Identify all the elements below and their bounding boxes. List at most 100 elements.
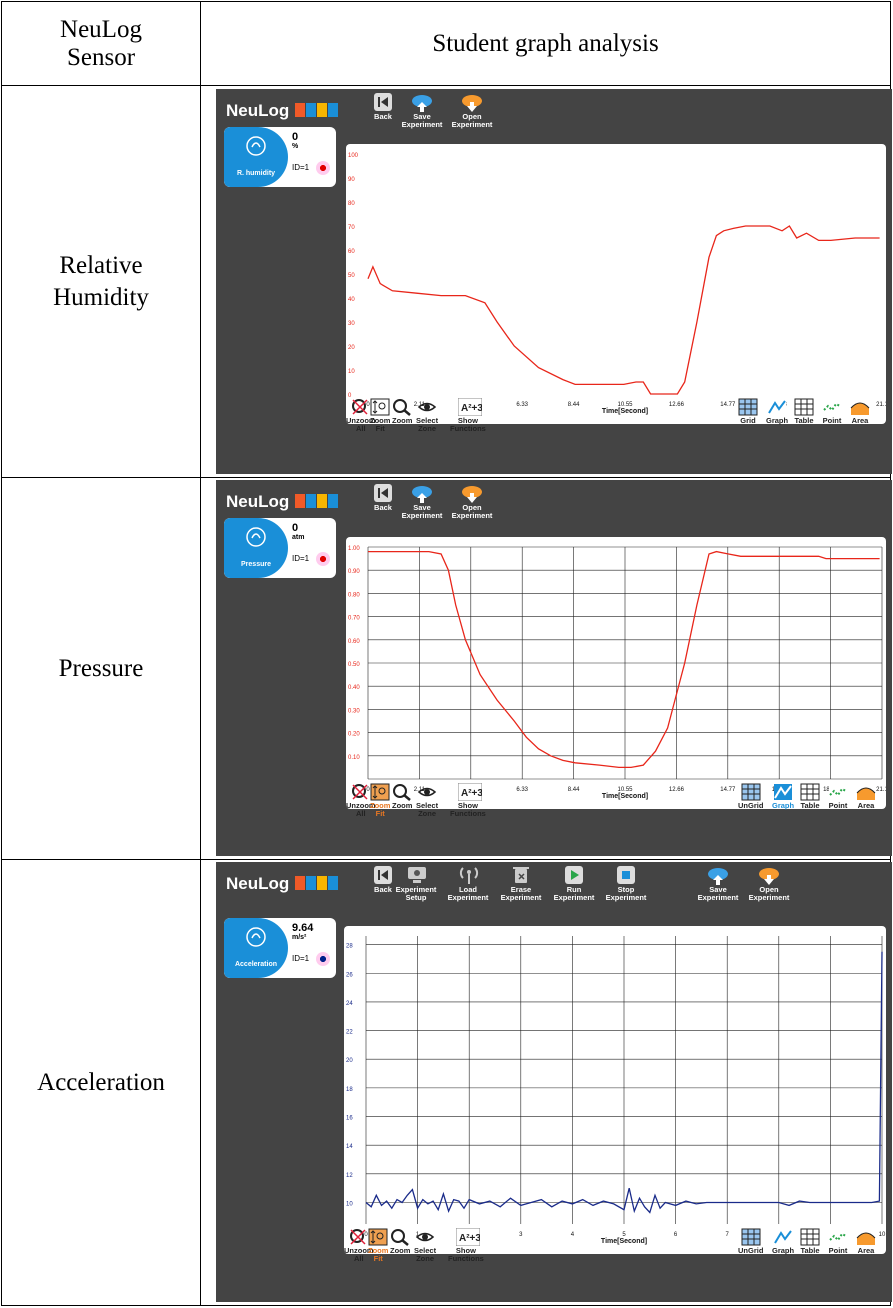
- y-tick-label: 0.30: [348, 708, 360, 714]
- select-zone-button[interactable]: Select Zone: [414, 1228, 436, 1263]
- sensor-name-label: R. humidity: [236, 170, 276, 177]
- unzoom-icon: [351, 398, 371, 416]
- point-button[interactable]: Point: [822, 398, 842, 425]
- experiment-setup-button[interactable]: Experiment Setup: [392, 866, 440, 902]
- zoom-button[interactable]: Zoom: [392, 398, 412, 425]
- row-label-pressure: Pressure: [1, 477, 201, 860]
- run-button[interactable]: Run Experiment: [550, 866, 598, 902]
- y-tick-label: 24: [346, 1001, 353, 1007]
- neulog-logo-icon: [295, 875, 339, 895]
- show-functions-label: Show Functions: [450, 416, 486, 433]
- show-functions-button[interactable]: A²+3 Show Functions: [448, 1227, 484, 1263]
- neulog-brand: NeuLog: [226, 874, 339, 895]
- col-header-sensor-text: NeuLog Sensor: [60, 15, 142, 71]
- table-button[interactable]: Table: [800, 1228, 820, 1255]
- zoom-fit-label: Zoom Fit: [368, 1246, 389, 1263]
- show-functions-icon: A²+3: [457, 782, 483, 802]
- zoom-fit-button[interactable]: Zoom Fit: [370, 783, 390, 818]
- line-chart: 0.10 0.20 0.30 0.40 0.50 0.60 0.70 0.80 0.90 1.00…: [348, 546, 888, 800]
- line-chart: 010203040506070809010002.114.226.338.441…: [348, 153, 888, 415]
- brand-text: NeuLog: [226, 101, 290, 120]
- show-functions-button[interactable]: A²+3 Show Functions: [450, 397, 486, 433]
- load-button[interactable]: Load Experiment: [444, 866, 492, 902]
- point-label: Point: [822, 416, 842, 425]
- area-label: Area: [857, 801, 875, 810]
- svg-text:A²+3: A²+3: [461, 788, 482, 799]
- point-button[interactable]: Point: [828, 783, 848, 810]
- sensor-status-dot: [316, 952, 330, 966]
- stop-icon: [617, 866, 635, 884]
- area-button[interactable]: Area: [856, 1228, 876, 1255]
- area-icon: [850, 398, 870, 416]
- area-button[interactable]: Area: [850, 398, 870, 425]
- table-button[interactable]: Table: [794, 398, 814, 425]
- graph-button[interactable]: Graph: [766, 398, 788, 425]
- save-label: Save Experiment: [401, 503, 443, 520]
- y-tick-label: 40: [348, 297, 355, 303]
- area-label: Area: [857, 1246, 875, 1255]
- zoom-fit-button[interactable]: Zoom Fit: [370, 398, 390, 433]
- svg-text:A²+3: A²+3: [459, 1233, 480, 1244]
- point-button[interactable]: Point: [828, 1228, 848, 1255]
- save-button[interactable]: Save Experiment: [398, 484, 446, 520]
- show-functions-label: Show Functions: [450, 801, 486, 818]
- y-tick-label: 100: [348, 153, 359, 159]
- sensor-type-icon: [224, 135, 288, 159]
- row-cell-acceleration: NeuLog Back Experiment Setup Load Experimen…: [200, 859, 892, 1306]
- table-button[interactable]: Table: [800, 783, 820, 810]
- experiment-setup-label: Experiment Setup: [395, 885, 437, 902]
- sensor-module-card[interactable]: Pressure 0 atm ID=1: [224, 518, 336, 578]
- zoom-button[interactable]: Zoom: [392, 783, 412, 810]
- zoom-label: Zoom: [390, 1246, 411, 1255]
- show-functions-icon: A²+3: [455, 1227, 481, 1247]
- y-tick-label: 28: [346, 944, 353, 950]
- graph-label: Graph: [766, 416, 789, 425]
- y-tick-label: 1.00: [348, 546, 360, 552]
- stop-button[interactable]: Stop Experiment: [602, 866, 650, 902]
- y-tick-label: 22: [346, 1030, 353, 1036]
- y-tick-label: 10: [346, 1202, 353, 1208]
- graph-button[interactable]: Graph: [772, 1228, 794, 1255]
- select-zone-button[interactable]: Select Zone: [416, 783, 438, 818]
- ungrid-button[interactable]: UnGrid: [738, 783, 763, 810]
- erase-button[interactable]: Erase Experiment: [497, 866, 545, 902]
- zoom-icon: [390, 1228, 410, 1246]
- back-icon: [374, 484, 392, 502]
- stop-label: Stop Experiment: [605, 885, 647, 902]
- show-functions-button[interactable]: A²+3 Show Functions: [450, 782, 486, 818]
- save-button[interactable]: Save Experiment: [398, 93, 446, 129]
- grid-button[interactable]: Grid: [738, 398, 758, 425]
- y-tick-label: 10: [348, 369, 355, 375]
- area-button[interactable]: Area: [856, 783, 876, 810]
- area-icon: [856, 783, 876, 801]
- sensor-unit: %: [292, 143, 299, 150]
- open-button[interactable]: Open Experiment: [745, 866, 793, 902]
- ungrid-button[interactable]: UnGrid: [738, 1228, 763, 1255]
- row-label-text: Acceleration: [37, 1068, 165, 1096]
- sensor-module-card[interactable]: Acceleration 9.64 m/s² ID=1: [224, 918, 336, 978]
- graph-label: Graph: [772, 801, 795, 810]
- open-button[interactable]: Open Experiment: [448, 93, 496, 129]
- zoom-button[interactable]: Zoom: [390, 1228, 410, 1255]
- y-tick-label: 30: [348, 321, 355, 327]
- save-button[interactable]: Save Experiment: [694, 866, 742, 902]
- sensor-module-card[interactable]: R. humidity 0% ID=1: [224, 127, 336, 187]
- open-button[interactable]: Open Experiment: [448, 484, 496, 520]
- ungrid-icon: [741, 1228, 761, 1246]
- table-label: Table: [800, 801, 820, 810]
- y-tick-label: 0.90: [348, 569, 360, 575]
- zoom-fit-button[interactable]: Zoom Fit: [368, 1228, 388, 1263]
- area-icon: [856, 1228, 876, 1246]
- area-label: Area: [851, 416, 869, 425]
- sensor-id: ID=1: [292, 554, 310, 563]
- select-zone-button[interactable]: Select Zone: [416, 398, 438, 433]
- y-tick-label: 70: [348, 225, 355, 231]
- setup-icon: [407, 866, 426, 884]
- unzoom-icon: [351, 783, 371, 801]
- select-zone-label: Select Zone: [416, 416, 439, 433]
- point-icon: [828, 783, 848, 801]
- graph-button[interactable]: Graph: [772, 783, 794, 810]
- open-label: Open Experiment: [451, 503, 493, 520]
- ungrid-label: UnGrid: [738, 801, 764, 810]
- save-cloud-icon: [411, 93, 433, 112]
